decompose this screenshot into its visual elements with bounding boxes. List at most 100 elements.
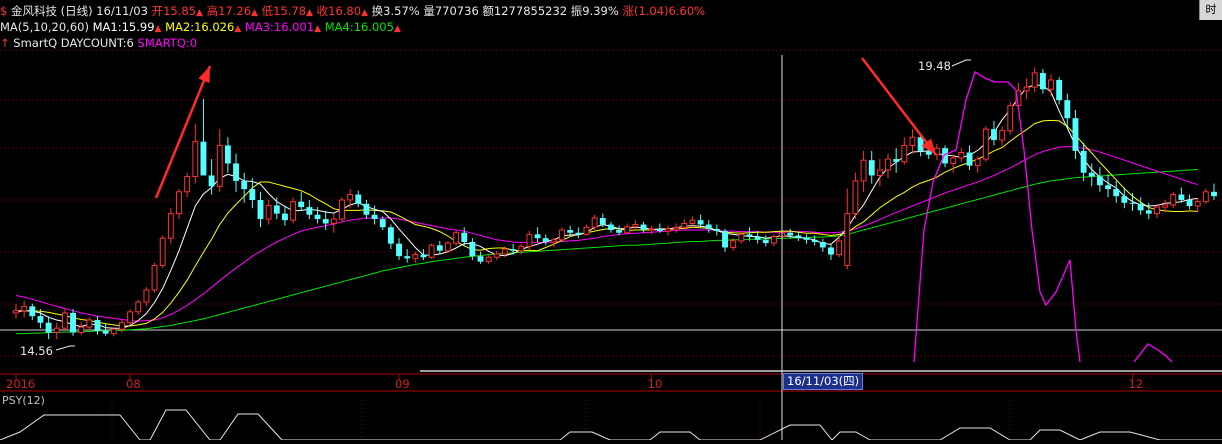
candle-body <box>167 213 174 239</box>
candle <box>901 137 908 165</box>
candle-body <box>1137 203 1144 211</box>
candle-body <box>176 191 182 215</box>
x-tick-label: 2016 <box>6 377 35 391</box>
candle-body <box>119 322 125 330</box>
candle <box>453 230 460 247</box>
candle-body <box>575 232 582 235</box>
candle-body <box>1023 86 1030 92</box>
low-annotation: 14.56 <box>20 344 53 358</box>
candle-body <box>151 264 158 291</box>
up-arrow-icon: ▲ <box>393 24 401 34</box>
x-tick-label: 10 <box>648 377 663 391</box>
high-price: 高17.26 <box>206 4 252 18</box>
up-arrow-icon: ▲ <box>154 24 162 34</box>
candle <box>21 300 28 318</box>
candle-body <box>811 239 818 242</box>
candle <box>298 191 305 211</box>
candle-body <box>1194 201 1201 207</box>
candle-body <box>78 326 85 334</box>
stock-name: 金风科技 <box>10 4 57 18</box>
candle-body <box>29 306 36 317</box>
candle <box>436 240 443 255</box>
candle-body <box>893 159 900 162</box>
candle <box>713 224 720 236</box>
candle-body <box>526 233 533 247</box>
candle-body <box>249 189 256 200</box>
candle <box>583 224 590 236</box>
candle <box>257 191 264 228</box>
candle-body <box>1105 185 1111 190</box>
candle-body <box>21 305 28 312</box>
candle <box>632 220 639 230</box>
candle <box>216 129 223 192</box>
candle-body <box>722 231 728 248</box>
smartq-path <box>1133 343 1173 363</box>
candle <box>1048 74 1054 97</box>
candle-body <box>640 224 647 230</box>
candle <box>290 197 297 224</box>
candle-body <box>477 256 484 262</box>
candle <box>273 197 280 220</box>
candle-body <box>819 242 826 248</box>
candle <box>404 249 411 263</box>
high-annotation: 19.48 <box>918 59 951 73</box>
candle <box>355 190 362 208</box>
candle <box>420 249 427 260</box>
amplitude: 振9.39% <box>570 4 619 18</box>
candle-body <box>110 328 117 335</box>
candle-body <box>1048 79 1054 90</box>
chart-stage[interactable]: 19.4814.56 20160809101112 $ 金风科技 (日线) 16… <box>0 0 1222 441</box>
candle <box>542 234 549 246</box>
candle <box>387 224 394 250</box>
candle-body <box>143 289 150 303</box>
candle <box>705 220 712 233</box>
candle-body <box>1088 172 1095 177</box>
candle-body <box>510 249 517 251</box>
candle <box>648 225 655 235</box>
candle <box>282 205 288 226</box>
candle-body <box>1186 200 1193 206</box>
candle <box>795 232 802 241</box>
candle <box>233 153 239 192</box>
candle-body <box>208 175 215 187</box>
volume: 量770736 <box>423 4 479 18</box>
candle-body <box>339 199 345 220</box>
candle-body <box>379 219 386 228</box>
up-arrow-icon: ▲ <box>361 8 368 18</box>
candle <box>330 213 337 233</box>
candle <box>673 223 680 233</box>
candle <box>591 214 598 230</box>
candle <box>339 197 345 222</box>
turnover: 换3.57% <box>371 4 420 18</box>
candle <box>477 251 484 264</box>
candle <box>29 303 36 320</box>
candle-body <box>13 310 19 314</box>
candle-body <box>290 201 297 221</box>
up-arrow-icon: ▲ <box>251 8 258 18</box>
candle-body <box>746 234 753 237</box>
candle <box>607 221 614 233</box>
candle-body <box>1007 105 1014 132</box>
grid-lines <box>0 49 1222 440</box>
candle <box>575 227 582 239</box>
candle-body <box>257 200 264 220</box>
candle-body <box>1039 72 1046 90</box>
candle <box>306 200 313 220</box>
candle <box>94 316 101 335</box>
candle-body <box>45 322 52 333</box>
time-share-tab[interactable]: 时 <box>1199 0 1222 20</box>
candle-body <box>991 129 997 140</box>
candle-body <box>730 240 737 248</box>
candle-body <box>852 180 859 215</box>
candle-body <box>1211 191 1217 197</box>
candle-body <box>876 169 883 176</box>
candle <box>1039 69 1046 94</box>
ma4-value: MA4:16.005 <box>324 20 394 34</box>
candle <box>1023 78 1030 100</box>
cursor-date-label: 16/11/03(四) <box>783 373 864 390</box>
candle <box>526 231 533 250</box>
candlestick-chart[interactable]: 19.4814.56 20160809101112 <box>0 0 1222 441</box>
candle-body <box>534 234 541 239</box>
candle <box>991 120 997 146</box>
annotation-arrow <box>154 65 212 199</box>
